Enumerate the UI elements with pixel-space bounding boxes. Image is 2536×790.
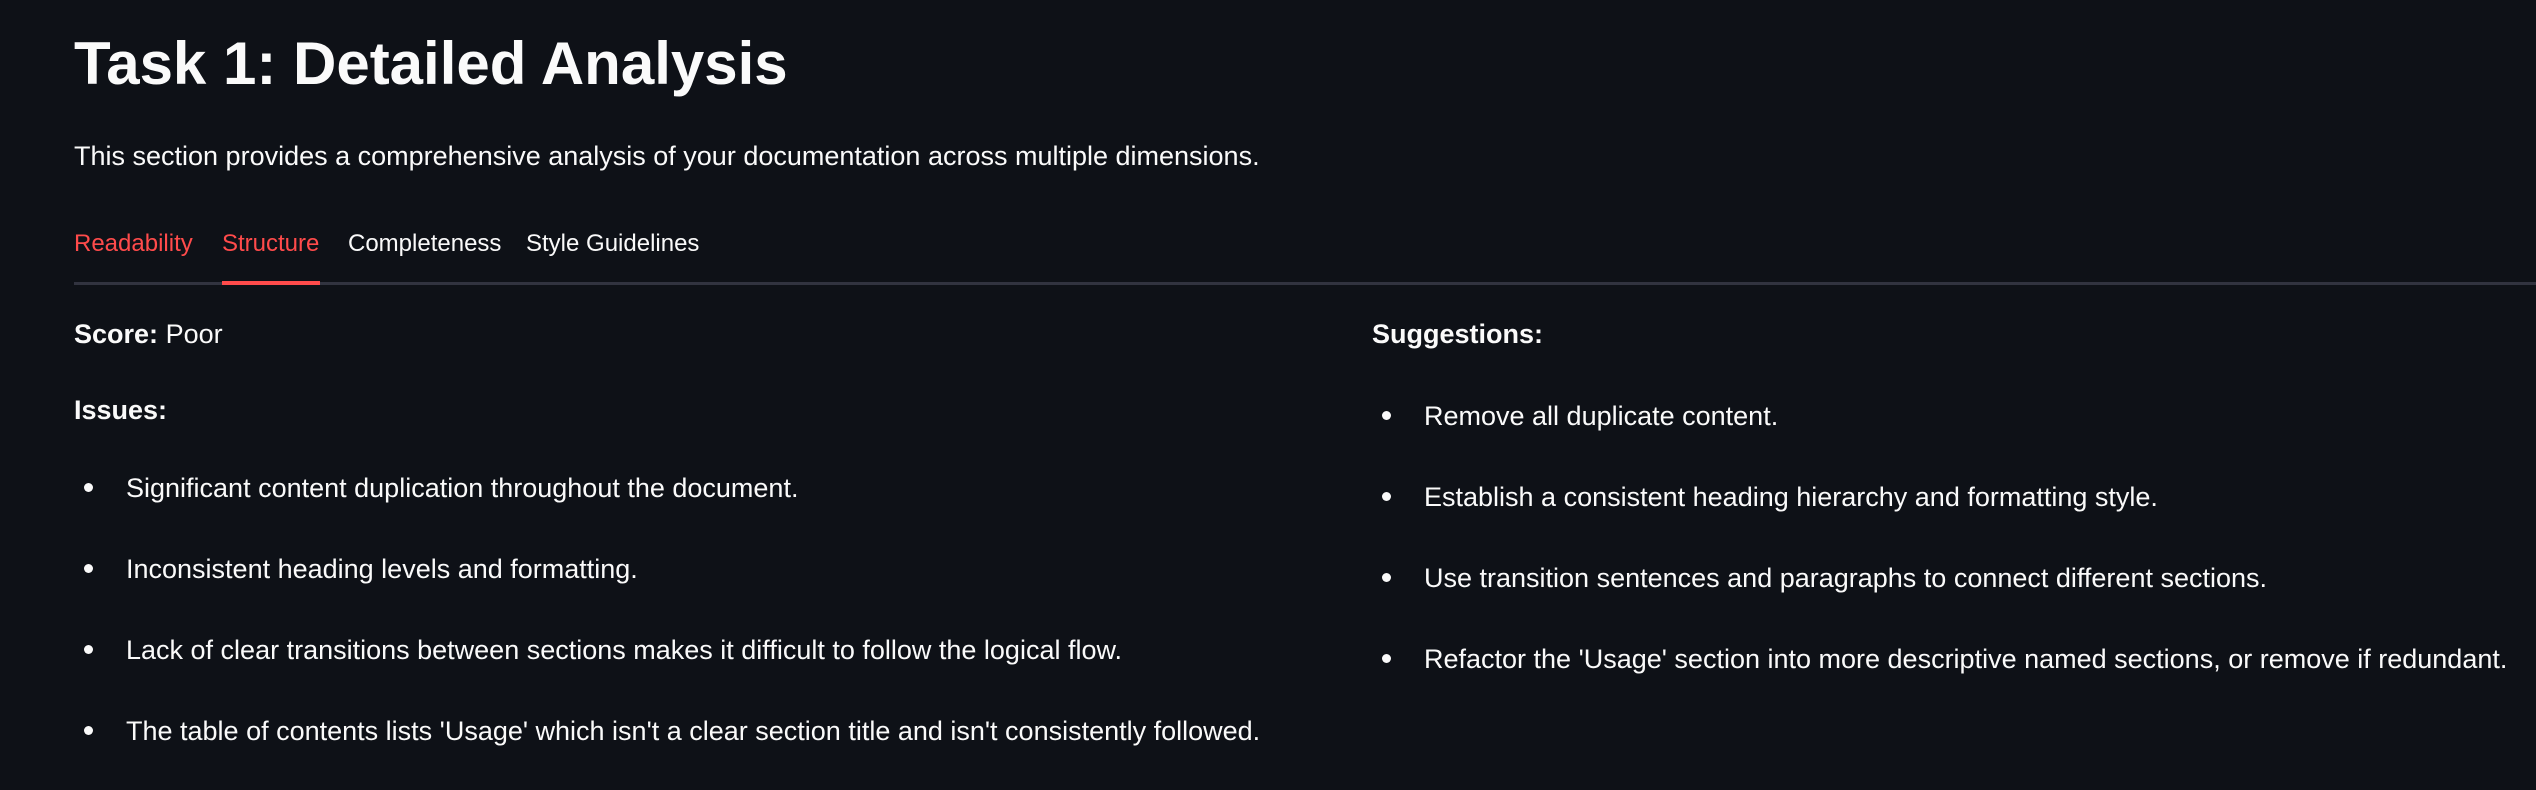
score-value: Poor: [165, 319, 223, 349]
suggestions-list: Remove all duplicate content. Establish …: [1372, 394, 2507, 718]
bullet-icon: [84, 726, 93, 735]
suggestion-item: Use transition sentences and paragraphs …: [1372, 556, 2507, 637]
tab-readability[interactable]: Readability: [74, 222, 193, 282]
page-intro: This section provides a comprehensive an…: [74, 141, 1260, 171]
issues-heading: Issues:: [74, 395, 168, 425]
suggestions-column: Suggestions: Remove all duplicate conten…: [1372, 312, 2536, 674]
issues-list: Significant content duplication througho…: [74, 466, 1260, 790]
tab-structure[interactable]: Structure: [222, 222, 320, 285]
bullet-icon: [84, 483, 93, 492]
tab-bar: Readability Structure Completeness Style…: [74, 222, 2536, 285]
issues-column: Score: Poor Issues: Significant content …: [74, 312, 1344, 746]
bullet-icon: [1382, 654, 1391, 663]
score-label: Score:: [74, 319, 159, 349]
bullet-icon: [84, 564, 93, 573]
bullet-icon: [1382, 573, 1391, 582]
issue-item: Inconsistent heading levels and formatti…: [74, 547, 1260, 628]
suggestion-item: Remove all duplicate content.: [1372, 394, 2507, 475]
bullet-icon: [1382, 492, 1391, 501]
tab-style-guidelines[interactable]: Style Guidelines: [526, 222, 699, 282]
bullet-icon: [84, 645, 93, 654]
suggestions-heading: Suggestions:: [1372, 319, 1544, 349]
issue-item: Significant content duplication througho…: [74, 466, 1260, 547]
tab-completeness[interactable]: Completeness: [348, 222, 546, 282]
issue-item: The table of contents lists 'Usage' whic…: [74, 709, 1260, 790]
page-title: Task 1: Detailed Analysis: [74, 30, 788, 97]
score-line: Score: Poor: [74, 312, 1344, 356]
suggestion-item: Refactor the 'Usage' section into more d…: [1372, 637, 2507, 718]
main-content: Task 1: Detailed Analysis This section p…: [74, 0, 2536, 767]
bullet-icon: [1382, 411, 1391, 420]
suggestion-item: Establish a consistent heading hierarchy…: [1372, 475, 2507, 556]
issue-item: Lack of clear transitions between sectio…: [74, 628, 1260, 709]
